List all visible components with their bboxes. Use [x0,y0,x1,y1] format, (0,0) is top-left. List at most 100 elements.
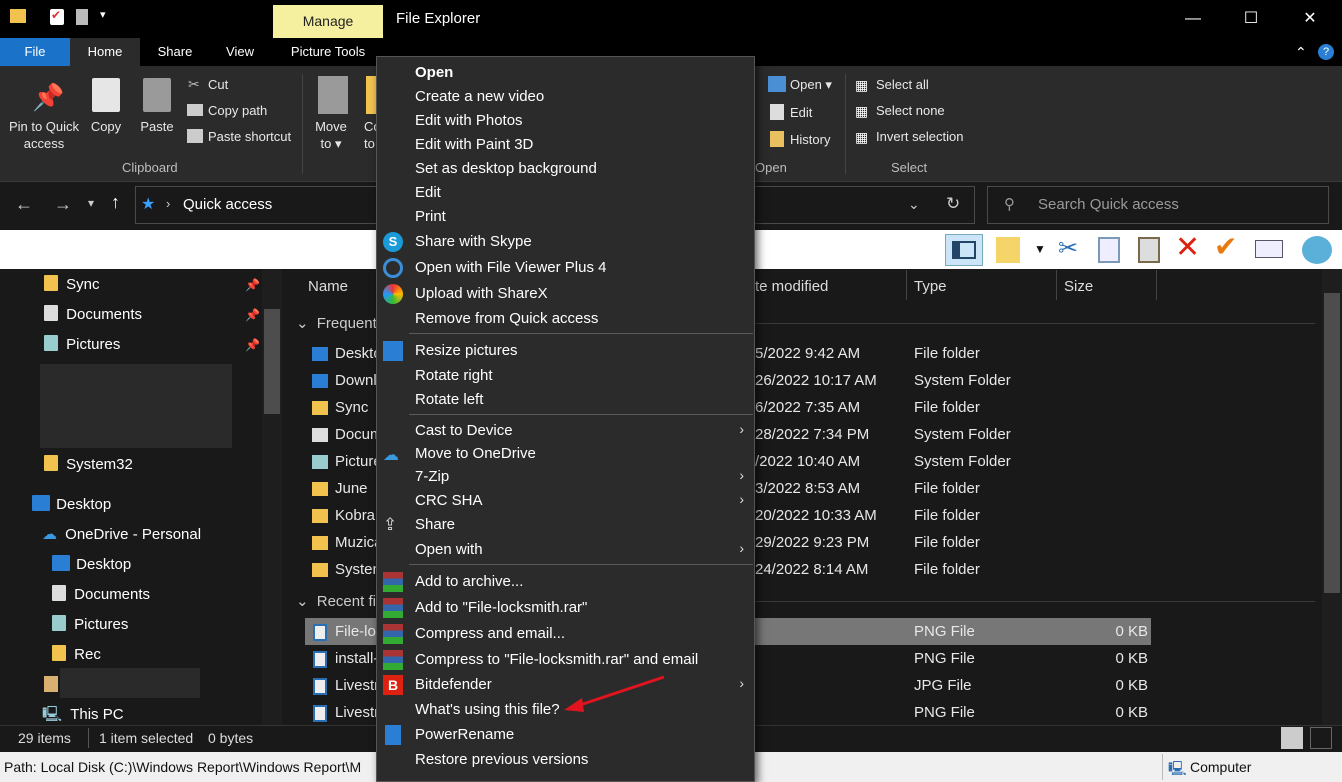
pin-to-quick-access-button[interactable]: Pin to Quick access [6,118,82,152]
chevron-right-icon[interactable]: › [166,196,170,211]
select-none-button[interactable]: Select none [876,102,945,119]
menu-item-restore[interactable]: Restore previous versions [415,751,588,768]
sidebar-item-pictures[interactable]: Pictures [44,330,120,360]
menu-item-share[interactable]: Share [415,516,455,533]
sidebar-item-onedrive[interactable]: ☁ OneDrive - Personal [42,520,201,550]
help-icon[interactable]: ? [1318,44,1334,60]
sidebar-item-od-documents[interactable]: Documents [52,580,150,610]
menu-item-onedrive[interactable]: Move to OneDrive [415,445,536,462]
edit-button[interactable]: Edit [790,104,812,121]
toolbar-dropdown-icon[interactable]: ▼ [1034,242,1046,256]
column-header-type[interactable]: Type [914,278,947,295]
move-to-button[interactable]: Move to ▾ [310,118,352,152]
minimize-button[interactable]: — [1170,0,1216,38]
menu-item-add-archive[interactable]: Add to archive... [415,573,523,590]
tab-home[interactable]: Home [70,38,140,66]
menu-item-rotate-left[interactable]: Rotate left [415,391,483,408]
select-all-button[interactable]: Select all [876,76,929,93]
preview-pane-button[interactable] [945,234,983,266]
menu-item-create-video[interactable]: Create a new video [415,88,544,105]
tab-view[interactable]: View [210,38,270,66]
back-icon[interactable]: ← [15,194,33,215]
properties-icon[interactable]: ✔ [50,8,64,25]
menu-item-crc-sha[interactable]: CRC SHA [415,492,483,509]
sidebar-item-system32[interactable]: System32 [44,450,133,480]
paste-icon[interactable] [1138,237,1160,263]
rename-icon[interactable] [1255,240,1283,258]
sidebar-scrollbar[interactable] [262,269,282,725]
column-header-date[interactable]: te modified [755,278,828,295]
menu-item-edit-paint3d[interactable]: Edit with Paint 3D [415,136,533,153]
menu-item-add-rar[interactable]: Add to "File-locksmith.rar" [415,599,587,616]
delete-icon[interactable]: ✕ [1175,230,1200,265]
menu-item-edit[interactable]: Edit [415,184,441,201]
copy-icon[interactable] [1098,237,1120,263]
address-path[interactable]: Quick access [183,196,272,213]
open-button[interactable]: Open ▾ [790,76,832,93]
menu-item-set-background[interactable]: Set as desktop background [415,160,597,177]
history-button[interactable]: History [790,131,830,148]
tab-file[interactable]: File [0,38,70,66]
column-divider[interactable] [1156,270,1157,300]
menu-item-file-viewer[interactable]: Open with File Viewer Plus 4 [415,259,606,276]
pin-icon: 📌 [245,338,260,352]
paste-shortcut-button[interactable]: Paste shortcut [208,128,291,145]
copy-button[interactable]: Copy [86,118,126,135]
invert-selection-button[interactable]: Invert selection [876,128,963,145]
cut-icon[interactable]: ✂ [1058,234,1078,263]
menu-item-compress-rar-email[interactable]: Compress to "File-locksmith.rar" and ema… [415,651,698,668]
column-divider[interactable] [1056,270,1057,300]
manage-tab[interactable]: Manage [273,5,383,38]
notes-icon[interactable] [996,237,1020,263]
column-header-size[interactable]: Size [1064,278,1093,295]
sidebar-item-sync[interactable]: Sync [44,270,100,300]
menu-item-powerrename[interactable]: PowerRename [415,726,514,743]
details-view-button[interactable] [1281,727,1303,749]
globe-icon[interactable] [1302,236,1332,264]
check-icon[interactable]: ✔ [1214,230,1237,263]
group-frequent[interactable]: ⌄ Frequent [296,314,377,332]
copy-path-button[interactable]: Copy path [208,102,267,119]
menu-item-bitdefender[interactable]: Bitdefender [415,676,492,693]
collapse-ribbon-icon[interactable]: ⌃ [1295,44,1307,61]
maximize-button[interactable]: ☐ [1228,0,1274,38]
address-dropdown-icon[interactable]: ⌄ [908,196,920,213]
up-icon[interactable]: ↑ [111,192,120,213]
menu-item-cast[interactable]: Cast to Device [415,422,513,439]
menu-item-print[interactable]: Print [415,208,446,225]
close-button[interactable]: ✕ [1287,0,1333,38]
sidebar-item-desktop[interactable]: Desktop [32,490,111,520]
new-folder-icon[interactable] [76,9,88,25]
sidebar-item-od-rec[interactable]: Rec [52,640,101,670]
menu-item-7zip[interactable]: 7-Zip [415,468,449,485]
sidebar-item-documents[interactable]: Documents [44,300,142,330]
menu-item-remove-quick-access[interactable]: Remove from Quick access [415,310,598,327]
menu-item-sharex[interactable]: Upload with ShareX [415,285,548,302]
group-recent[interactable]: ⌄ Recent fil [296,592,379,610]
tab-share[interactable]: Share [140,38,210,66]
menu-item-resize[interactable]: Resize pictures [415,342,518,359]
menu-item-whats-using[interactable]: What's using this file? [415,701,560,718]
menu-item-open-with[interactable]: Open with [415,541,483,558]
menu-item-rotate-right[interactable]: Rotate right [415,367,493,384]
paste-button[interactable]: Paste [136,118,178,135]
folder-icon[interactable] [10,9,26,23]
main-scrollbar[interactable] [1322,269,1342,725]
large-icons-view-button[interactable] [1310,727,1332,749]
sidebar-item-od-desktop[interactable]: Desktop [52,550,131,580]
column-header-name[interactable]: Name [308,278,348,295]
search-input[interactable]: Search Quick access [1038,196,1179,213]
refresh-icon[interactable]: ↻ [946,194,960,214]
cut-button[interactable]: Cut [208,76,228,93]
column-divider[interactable] [906,270,907,300]
menu-item-open[interactable]: Open [415,64,453,81]
user-folder-icon[interactable] [44,676,58,692]
menu-item-share-skype[interactable]: Share with Skype [415,233,532,250]
sidebar-item-od-pictures[interactable]: Pictures [52,610,128,640]
menu-item-edit-photos[interactable]: Edit with Photos [415,112,523,129]
tab-picture-tools[interactable]: Picture Tools [273,38,383,66]
customize-qat-icon[interactable]: ▾ [100,8,106,21]
menu-item-compress-email[interactable]: Compress and email... [415,625,565,642]
forward-icon[interactable]: → [54,194,72,215]
recent-locations-icon[interactable]: ▾ [88,196,94,210]
